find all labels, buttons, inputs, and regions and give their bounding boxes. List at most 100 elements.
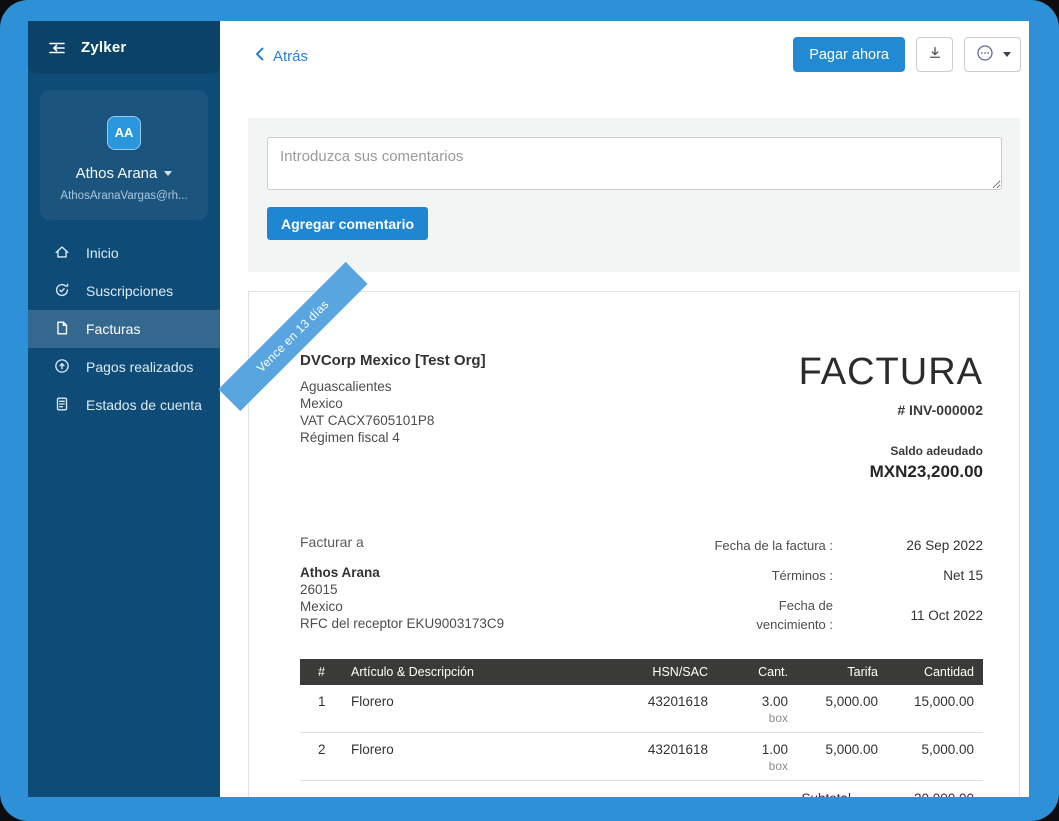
comment-panel: Agregar comentario [248,118,1020,272]
sidebar-item-estados-de-cuenta[interactable]: Estados de cuenta [28,386,220,424]
document-title: FACTURA [799,352,983,392]
meta-value: 11 Oct 2022 [833,608,983,623]
company-fiscal-regime: Régimen fiscal 4 [300,429,486,446]
subscriptions-refresh-icon [53,281,71,302]
item-hsn: 43201618 [588,694,708,725]
table-row: 2 Florero 43201618 1.00 box 5,000.00 5,0… [300,733,983,781]
customer-name: Athos Arana [300,564,504,581]
profile-email: AthosAranaVargas@rh... [48,190,200,202]
table-row: 1 Florero 43201618 3.00 box 5,000.00 15,… [300,685,983,733]
meta-row-invoice-date: Fecha de la factura : 26 Sep 2022 [683,536,983,555]
sidebar-item-label: Estados de cuenta [86,397,202,413]
pay-now-button[interactable]: Pagar ahora [793,37,905,72]
balance-due-label: Saldo adeudado [799,444,983,458]
company-address-line: Aguascalientes [300,378,486,395]
item-hsn: 43201618 [588,742,708,773]
subtotal-value: 20,000.00 [851,791,974,797]
download-icon [927,45,943,64]
meta-label: Fecha de la factura : [705,536,833,555]
payments-upload-icon [53,357,71,378]
sidebar: Zylker AA Athos Arana AthosAranaVargas@r… [28,21,220,797]
quantity-unit: box [708,759,788,773]
invoice-file-icon [53,319,71,340]
company-name: DVCorp Mexico [Test Org] [300,352,486,369]
quantity-unit: box [708,711,788,725]
sidebar-collapse-icon[interactable] [48,41,66,55]
quantity-value: 1.00 [762,742,788,757]
company-address-line: Mexico [300,395,486,412]
caret-down-icon [164,171,172,176]
home-icon [53,243,71,264]
back-chevron-icon [255,47,264,65]
profile-name: Athos Arana [76,165,158,182]
sidebar-menu: Inicio Suscripciones [28,234,220,424]
topbar-actions: Pagar ahora [793,37,1021,72]
meta-row-due-date: Fecha de vencimiento : 11 Oct 2022 [683,596,983,634]
quantity-value: 3.00 [762,694,788,709]
company-block: DVCorp Mexico [Test Org] Aguascalientes … [300,352,486,482]
portal-viewport: Zylker AA Athos Arana AthosAranaVargas@r… [28,21,1029,797]
meta-value: 26 Sep 2022 [833,538,983,553]
sidebar-item-label: Pagos realizados [86,359,193,375]
item-rate: 5,000.00 [788,694,878,725]
sidebar-item-label: Suscripciones [86,283,173,299]
customer-rfc: RFC del receptor EKU9003173C9 [300,615,504,632]
item-description: Florero [340,742,588,773]
download-button[interactable] [916,37,953,72]
back-label: Atrás [273,48,308,65]
profile-card: AA Athos Arana AthosAranaVargas@rh... [40,90,208,220]
main-content: Atrás Pagar ahora [220,21,1029,797]
invoice-title-block: FACTURA # INV-000002 Saldo adeudado MXN2… [799,352,983,482]
sidebar-item-label: Inicio [86,245,119,261]
column-header: Cant. [708,665,788,679]
subtotal-row: Subtotal 20,000.00 [300,781,983,797]
invoice-header-row: DVCorp Mexico [Test Org] Aguascalientes … [300,352,983,482]
meta-label: Fecha de vencimiento : [705,596,833,634]
subtotal-label: Subtotal [801,791,851,797]
avatar: AA [107,116,141,150]
column-header: Cantidad [878,665,983,679]
statement-document-icon [53,395,71,416]
item-rate: 5,000.00 [788,742,878,773]
caret-down-icon [1003,52,1011,57]
brand-name: Zylker [81,39,126,56]
item-description: Florero [340,694,588,725]
invoice-number: # INV-000002 [799,402,983,418]
customer-address-line: 26015 [300,581,504,598]
customer-address-line: Mexico [300,598,504,615]
invoice-document: DVCorp Mexico [Test Org] Aguascalientes … [249,292,1019,797]
sidebar-item-pagos-realizados[interactable]: Pagos realizados [28,348,220,386]
item-number: 2 [300,742,340,773]
column-header: Tarifa [788,665,878,679]
bill-to-block: Facturar a Athos Arana 26015 Mexico RFC … [300,534,504,645]
portal-window-frame: Zylker AA Athos Arana AthosAranaVargas@r… [0,0,1059,821]
item-amount: 5,000.00 [878,742,983,773]
add-comment-button[interactable]: Agregar comentario [267,207,428,240]
bill-to-label: Facturar a [300,534,504,550]
item-quantity: 1.00 box [708,742,788,773]
profile-name-dropdown[interactable]: Athos Arana [48,165,200,182]
item-amount: 15,000.00 [878,694,983,725]
sidebar-item-inicio[interactable]: Inicio [28,234,220,272]
balance-due-value: MXN23,200.00 [799,462,983,482]
invoice-card: Vence en 13 días DVCorp Mexico [Test Org… [248,291,1020,797]
sidebar-item-label: Facturas [86,321,140,337]
meta-value: Net 15 [833,568,983,583]
column-header: Artículo & Descripción [340,665,588,679]
line-items-table: # Artículo & Descripción HSN/SAC Cant. T… [300,659,983,797]
invoice-parties-row: Facturar a Athos Arana 26015 Mexico RFC … [300,534,983,645]
comment-input[interactable] [267,137,1002,190]
ellipsis-circle-icon [975,43,995,66]
item-quantity: 3.00 box [708,694,788,725]
meta-label: Términos : [705,566,833,585]
column-header: # [300,665,340,679]
table-header-row: # Artículo & Descripción HSN/SAC Cant. T… [300,659,983,685]
sidebar-brand-bar: Zylker [28,21,220,74]
company-vat: VAT CACX7605101P8 [300,412,486,429]
sidebar-item-suscripciones[interactable]: Suscripciones [28,272,220,310]
invoice-meta-block: Fecha de la factura : 26 Sep 2022 Términ… [683,534,983,645]
item-number: 1 [300,694,340,725]
more-options-button[interactable] [964,37,1021,72]
back-link[interactable]: Atrás [255,47,308,65]
sidebar-item-facturas[interactable]: Facturas [28,310,220,348]
